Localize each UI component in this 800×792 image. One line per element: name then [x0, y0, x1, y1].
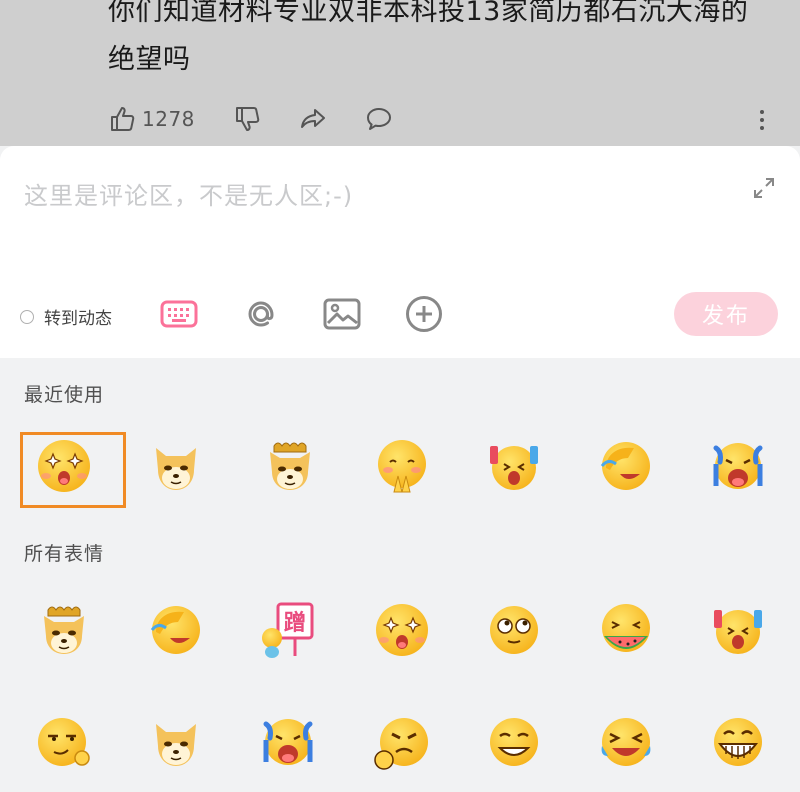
rolling-eyes-emoji-icon[interactable] — [484, 600, 544, 660]
expand-icon — [754, 178, 774, 198]
rub-sign-emoji-icon[interactable]: 蹭 — [258, 600, 318, 660]
starry-eyes-emoji-icon[interactable] — [372, 600, 432, 660]
repost-label: 转到动态 — [44, 309, 112, 329]
expand-editor-button[interactable] — [752, 176, 776, 204]
dislike-button[interactable] — [233, 105, 261, 133]
laugh-tears-emoji-icon[interactable] — [596, 712, 656, 772]
starry-eyes-emoji-icon[interactable] — [34, 436, 94, 496]
cover-face-laugh-emoji-icon[interactable] — [146, 600, 206, 660]
share-button[interactable] — [299, 105, 327, 133]
more-options-button[interactable] — [752, 106, 772, 134]
all-section-title: 所有表情 — [24, 543, 105, 565]
comment-bubble-icon — [366, 108, 391, 130]
image-button[interactable] — [322, 294, 362, 334]
grin-emoji-icon[interactable] — [484, 712, 544, 772]
like-count: 1278 — [142, 107, 195, 131]
radio-icon — [20, 309, 34, 324]
recent-section-title: 最近使用 — [24, 384, 105, 406]
angry-fist-emoji-icon[interactable] — [372, 712, 432, 772]
mention-button[interactable] — [241, 294, 281, 334]
shy-hands-emoji-icon[interactable] — [372, 436, 432, 496]
publish-button[interactable]: 发布 — [674, 292, 778, 336]
crying-loud-emoji-icon[interactable] — [708, 436, 768, 496]
post-actions: 1278 — [108, 102, 393, 136]
share-arrow-icon — [300, 109, 325, 128]
plus-circle-icon — [406, 296, 442, 332]
keyboard-icon — [160, 300, 198, 328]
image-icon — [323, 298, 361, 330]
crying-loud-emoji-icon[interactable] — [258, 712, 318, 772]
repost-toggle[interactable]: 转到动态 — [20, 304, 112, 329]
thumbs-up-icon — [111, 107, 135, 131]
keyboard-button[interactable] — [159, 294, 199, 334]
cheer-sticks-emoji-icon[interactable] — [708, 600, 768, 660]
post-title: 你们知道材料专业双非本科投13家简历都石沉大海的绝望吗 — [108, 0, 749, 75]
comment-input[interactable]: 这里是评论区，不是无人区;-) — [24, 176, 353, 211]
all-emoji-row-1: 蹭 — [0, 600, 800, 680]
add-more-button[interactable] — [404, 294, 444, 334]
smug-ok-emoji-icon[interactable] — [34, 712, 94, 772]
doge-emoji-icon[interactable] — [146, 436, 206, 496]
doge-emoji-icon[interactable] — [146, 712, 206, 772]
sticker-sign-text: 蹭 — [284, 610, 306, 636]
thumbs-down-icon — [235, 107, 260, 131]
post-header: 你们知道材料专业双非本科投13家简历都石沉大海的绝望吗 1278 — [0, 0, 800, 146]
comment-button[interactable] — [365, 105, 393, 133]
cover-face-laugh-emoji-icon[interactable] — [596, 436, 656, 496]
like-button[interactable]: 1278 — [108, 105, 195, 133]
doge-crown-emoji-icon[interactable] — [34, 600, 94, 660]
big-grin-emoji-icon[interactable] — [708, 712, 768, 772]
all-emoji-row-2 — [0, 712, 800, 792]
doge-crown-emoji-icon[interactable] — [260, 436, 320, 496]
at-sign-icon — [248, 301, 274, 327]
cheer-sticks-emoji-icon[interactable] — [484, 436, 544, 496]
watermelon-emoji-icon[interactable] — [596, 600, 656, 660]
recent-emoji-row — [0, 436, 800, 516]
